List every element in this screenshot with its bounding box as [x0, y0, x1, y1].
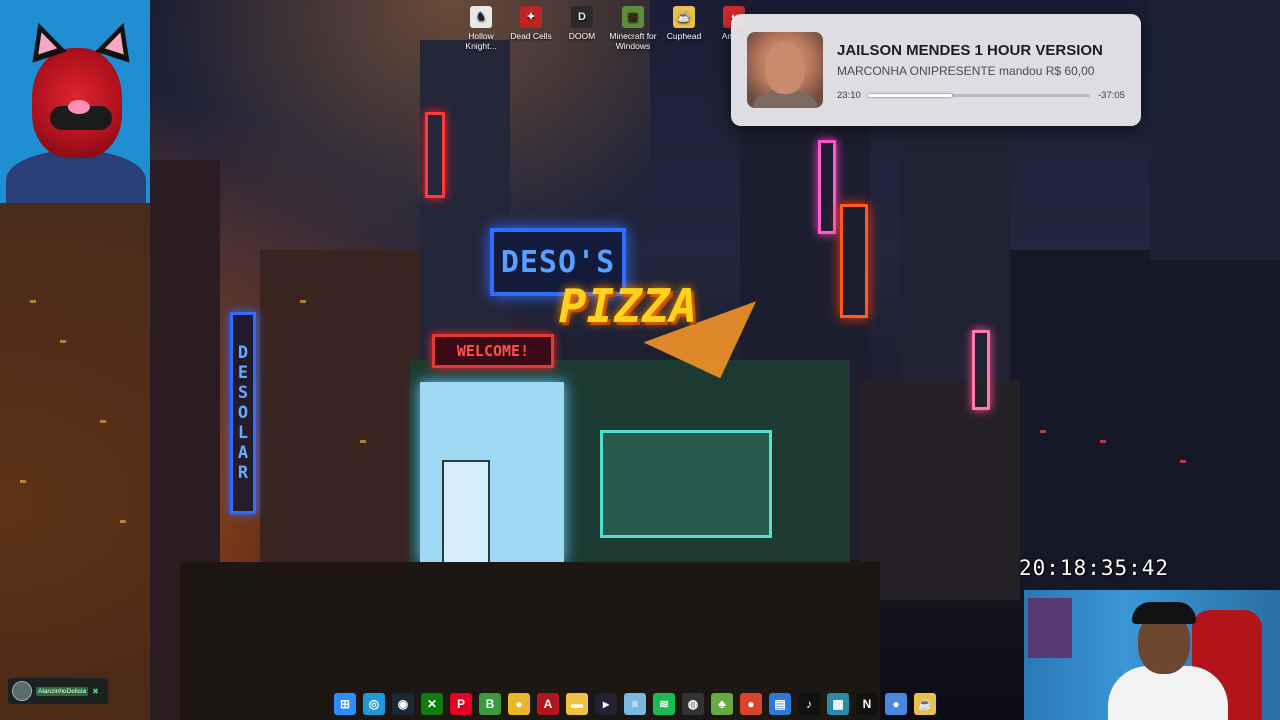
building-right-3 — [860, 380, 1020, 600]
window-light — [120, 520, 126, 523]
building-right-1 — [1010, 250, 1280, 590]
neon-sign-pink — [818, 140, 836, 234]
cat-nose-icon — [68, 100, 90, 114]
webcam-person-body — [1108, 666, 1228, 720]
netflix-icon[interactable]: N — [856, 693, 878, 715]
edge-icon[interactable]: ◎ — [363, 693, 385, 715]
welcome-sign: WELCOME! — [432, 334, 554, 368]
terminal-icon[interactable]: ▸ — [595, 693, 617, 715]
building-left-3 — [260, 250, 420, 570]
window-light — [300, 300, 306, 303]
window-light — [1040, 430, 1046, 433]
media-progress-bar[interactable] — [868, 94, 1090, 97]
neon-sign-pink-right — [972, 330, 990, 410]
notification-subtitle: MARCONHA ONIPRESENTE mandou R$ 60,00 — [837, 64, 1095, 78]
pizza-shop-door — [442, 460, 490, 564]
hollow-knight-icon: ♞ — [470, 6, 492, 28]
steam-icon[interactable]: ◉ — [392, 693, 414, 715]
chat-verified-icon: ✖ — [92, 686, 99, 696]
windows-start-icon[interactable]: ⊞ — [334, 693, 356, 715]
desktop-icon-label: Hollow Knight... — [465, 31, 497, 51]
desktop-icon-label: Cuphead — [666, 31, 702, 41]
webcam-poster — [1028, 598, 1072, 658]
window-light — [100, 420, 106, 423]
media-current-time: 23:10 — [837, 90, 861, 101]
game-app-icon[interactable]: ♣ — [711, 693, 733, 715]
desktop-icon-doom[interactable]: D DOOM — [556, 4, 608, 41]
desktop-icon-hollow-knight[interactable]: ♞ Hollow Knight... — [455, 4, 507, 51]
notepad-icon[interactable]: ≡ — [624, 693, 646, 715]
desktop-icon-cuphead[interactable]: ☕ Cuphead — [658, 4, 710, 41]
desktop-icon-dead-cells[interactable]: ✦ Dead Cells — [505, 4, 557, 41]
webcam-overlay-left — [0, 0, 150, 203]
obs-icon[interactable]: ◍ — [682, 693, 704, 715]
webcam-overlay-right — [1024, 590, 1280, 720]
neon-sign-red-left — [425, 112, 445, 198]
window-light — [20, 480, 26, 483]
chat-username: AlanzinhoDelicia — [36, 686, 89, 696]
store-icon[interactable]: ▤ — [769, 693, 791, 715]
chrome-icon[interactable]: ● — [508, 693, 530, 715]
chat-avatar — [12, 681, 32, 701]
photos-icon[interactable]: ▦ — [827, 693, 849, 715]
window-light — [30, 300, 36, 303]
b-app-icon[interactable]: B — [479, 693, 501, 715]
donation-notification[interactable]: JAILSON MENDES 1 HOUR VERSION MARCONHA O… — [731, 14, 1141, 126]
desktop-icon-label: Dead Cells — [510, 31, 552, 41]
doom-icon: D — [571, 6, 593, 28]
spotify-icon[interactable]: ≋ — [653, 693, 675, 715]
cuphead-icon: ☕ — [673, 6, 695, 28]
building-right-2 — [1150, 0, 1280, 260]
desktop-icon-label: Minecraft for Windows — [609, 31, 657, 51]
window-light — [1180, 460, 1186, 463]
headphones-icon — [1132, 602, 1196, 624]
dead-cells-icon: ✦ — [520, 6, 542, 28]
media-remaining-time: -37:05 — [1098, 90, 1125, 101]
pinterest-icon[interactable]: P — [450, 693, 472, 715]
minecraft-icon: ▣ — [622, 6, 644, 28]
chrome-canary-icon[interactable]: ● — [740, 693, 762, 715]
cuphead-taskbar-icon[interactable]: ☕ — [914, 693, 936, 715]
desolar-sign: DESOLAR — [230, 312, 256, 514]
desktop-icon-label: DOOM — [568, 31, 596, 41]
tiktok-icon[interactable]: ♪ — [798, 693, 820, 715]
desktop-icon-minecraft[interactable]: ▣ Minecraft for Windows — [607, 4, 659, 51]
pizza-shop-counter — [600, 430, 772, 538]
adobe-icon[interactable]: A — [537, 693, 559, 715]
neon-sign-orange — [840, 204, 868, 318]
xbox-icon[interactable]: ✕ — [421, 693, 443, 715]
window-light — [1100, 440, 1106, 443]
notification-thumbnail — [747, 32, 823, 108]
pizza-sign: PIZZA — [558, 279, 698, 333]
window-light — [360, 440, 366, 443]
file-explorer-icon[interactable]: ▬ — [566, 693, 588, 715]
notification-title: JAILSON MENDES 1 HOUR VERSION — [837, 42, 1103, 59]
window-light — [60, 340, 66, 343]
media-progress-fill — [868, 94, 953, 97]
stream-timer: 20:18:35:42 — [1019, 556, 1170, 580]
chat-user-badge: AlanzinhoDelicia ✖ — [8, 678, 108, 704]
chrome-2-icon[interactable]: ● — [885, 693, 907, 715]
thumbnail-face — [765, 42, 805, 94]
taskbar: ⊞ ◎ ◉ ✕ P B ● A ▬ ▸ ≡ ≋ ◍ ♣ ● ▤ ♪ ▦ N ● ☕ — [334, 692, 936, 716]
